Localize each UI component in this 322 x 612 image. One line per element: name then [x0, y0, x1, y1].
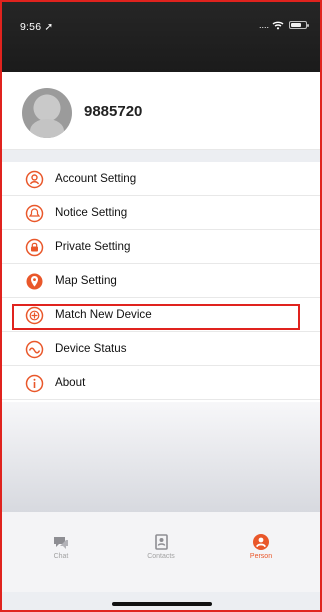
- battery-icon: [289, 21, 309, 29]
- home-indicator: [112, 602, 212, 606]
- menu-item-notice-setting[interactable]: Notice Setting: [2, 196, 320, 230]
- menu-item-label: About: [55, 376, 86, 389]
- location-arrow-icon: ➚: [44, 21, 54, 33]
- status-time-text: 9:56: [20, 21, 42, 33]
- tab-person[interactable]: Person: [226, 533, 296, 560]
- map-setting-icon: [25, 272, 44, 291]
- menu-item-account-setting[interactable]: Account Setting: [2, 162, 320, 196]
- tab-label: Chat: [53, 553, 69, 560]
- contacts-icon: [155, 534, 168, 550]
- app-screen: 9:56 ➚ .... 9885720 Account Setting Noti…: [0, 0, 322, 612]
- status-time: 9:56 ➚: [20, 21, 53, 33]
- chat-icon: [54, 537, 68, 549]
- menu-item-label: Notice Setting: [55, 206, 128, 219]
- menu-item-about[interactable]: About: [2, 366, 320, 400]
- signal-icon: ....: [258, 20, 269, 30]
- menu-item-label: Map Setting: [55, 274, 117, 287]
- device-status-icon: [25, 340, 44, 359]
- settings-menu: Account Setting Notice Setting Private S…: [2, 162, 320, 402]
- menu-item-label: Private Setting: [55, 240, 131, 253]
- private-setting-icon: [25, 238, 44, 257]
- notice-setting-icon: [25, 204, 44, 223]
- account-setting-icon: [25, 170, 44, 189]
- bottom-tab-bar: Chat Contacts Person: [2, 512, 320, 592]
- menu-item-map-setting[interactable]: Map Setting: [2, 264, 320, 298]
- wifi-icon: [272, 21, 284, 29]
- username: 9885720: [84, 103, 143, 120]
- tab-contacts[interactable]: Contacts: [126, 533, 196, 560]
- status-right: ....: [258, 20, 309, 30]
- status-bar: 9:56 ➚ ....: [2, 2, 320, 72]
- menu-item-device-status[interactable]: Device Status: [2, 332, 320, 366]
- profile-header[interactable]: 9885720: [2, 72, 320, 150]
- empty-content-area: [2, 402, 320, 512]
- menu-item-private-setting[interactable]: Private Setting: [2, 230, 320, 264]
- highlight-annotation: [12, 304, 300, 330]
- tab-label: Contacts: [147, 553, 175, 560]
- avatar[interactable]: [22, 88, 72, 138]
- menu-item-label: Device Status: [55, 342, 127, 355]
- about-icon: [25, 374, 44, 393]
- person-icon: [253, 534, 269, 550]
- tab-label: Person: [249, 553, 273, 560]
- menu-item-label: Account Setting: [55, 172, 137, 185]
- tab-chat[interactable]: Chat: [26, 533, 96, 560]
